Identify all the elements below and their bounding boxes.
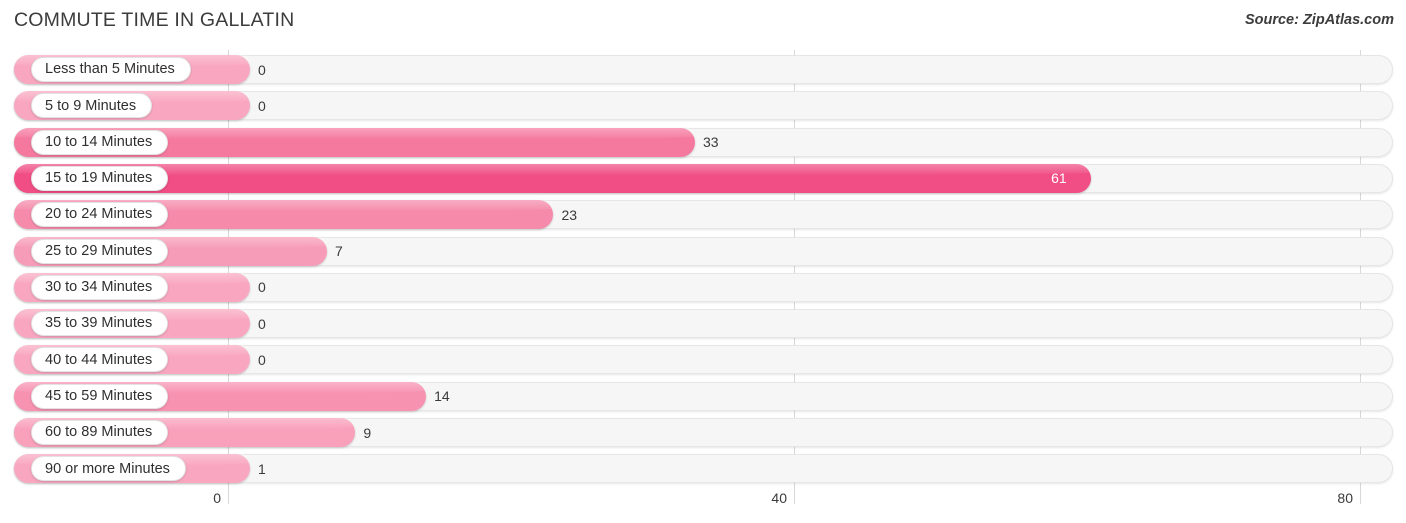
bar-category-label-text: 5 to 9 Minutes [45,97,137,114]
bar-row[interactable]: 20 to 24 Minutes 23 [0,200,1406,230]
bar-row[interactable]: 10 to 14 Minutes 33 [0,127,1406,157]
bar-row[interactable]: 40 to 44 Minutes 0 [0,345,1406,375]
bar-row[interactable]: 45 to 59 Minutes 14 [0,381,1406,411]
bar-category-label: 25 to 29 Minutes [31,238,169,264]
bar-category-label: 15 to 19 Minutes [31,165,169,191]
bar-category-label: 40 to 44 Minutes [31,347,169,373]
axis-tick-line [228,486,229,504]
bar-value-label: 0 [258,61,266,78]
bar-value-label: 33 [702,134,719,151]
bar-category-label: 20 to 24 Minutes [31,202,169,228]
bar-category-label-text: 90 or more Minutes [45,460,170,477]
bar-value-label: 1 [258,460,266,477]
bar-category-label: 45 to 59 Minutes [31,383,169,409]
bar-category-label-text: 15 to 19 Minutes [45,170,153,187]
chart-title: COMMUTE TIME IN GALLATIN [14,9,295,31]
axis-tick-line [1360,486,1361,504]
bar-value-label: 0 [258,97,266,114]
axis-tick-label: 80 [1337,490,1353,506]
x-axis: 0 40 80 [0,486,1406,523]
bar-value-label: 7 [335,243,343,259]
source-attribution: Source: ZipAtlas.com [1244,12,1394,28]
bar-category-label-text: 45 to 59 Minutes [45,387,153,404]
bar-category-label: 35 to 39 Minutes [31,311,169,337]
bar-value-label: 23 [561,206,578,223]
bar-category-label: Less than 5 Minutes [31,57,191,82]
bar-category-label-text: 60 to 89 Minutes [45,424,153,441]
bar-row[interactable]: 60 to 89 Minutes 9 [0,418,1406,447]
bar-value-label: 0 [258,279,266,296]
bar-value-label: 0 [258,351,266,368]
bar-category-label: 90 or more Minutes [31,456,186,482]
bar-row[interactable]: 15 to 19 Minutes 61 [0,163,1406,193]
bar-row[interactable]: 35 to 39 Minutes 0 [0,309,1406,339]
axis-tick-label: 40 [771,490,787,506]
bar-row[interactable]: 25 to 29 Minutes 7 [0,236,1406,266]
bar-category-label-text: 30 to 34 Minutes [45,279,153,296]
bar-value-label: 9 [363,424,372,441]
bar-row[interactable]: 30 to 34 Minutes 0 [0,272,1406,302]
bar-category-label-text: 35 to 39 Minutes [45,315,153,332]
bar-category-label: 60 to 89 Minutes [31,420,169,445]
bar-category-label: 10 to 14 Minutes [31,129,169,155]
bar-category-label: 5 to 9 Minutes [31,93,153,119]
bar-category-label-text: Less than 5 Minutes [45,61,175,78]
bar-category-label-text: 20 to 24 Minutes [45,206,153,223]
bar-value-label: 0 [258,315,266,332]
bar-fill[interactable] [14,163,1092,193]
axis-tick-line [794,486,795,504]
plot-area: Less than 5 Minutes 0 5 to 9 Minutes 0 10 to… [0,50,1406,486]
bar-row[interactable]: 5 to 9 Minutes 0 [0,91,1406,121]
bar-row[interactable]: 90 or more Minutes 1 [0,454,1406,484]
bar-row[interactable]: Less than 5 Minutes 0 [0,55,1406,84]
bar-category-label: 30 to 34 Minutes [31,274,169,300]
bar-category-label-text: 10 to 14 Minutes [45,133,153,150]
bar-category-label-text: 40 to 44 Minutes [45,351,153,368]
bar-value-label: 14 [434,388,450,405]
bar-value-label: 61 [1051,170,1067,187]
axis-tick-label: 0 [213,490,221,506]
chart-container: COMMUTE TIME IN GALLATIN Source: ZipAtla… [0,0,1406,523]
bar-category-label-text: 25 to 29 Minutes [45,242,153,259]
